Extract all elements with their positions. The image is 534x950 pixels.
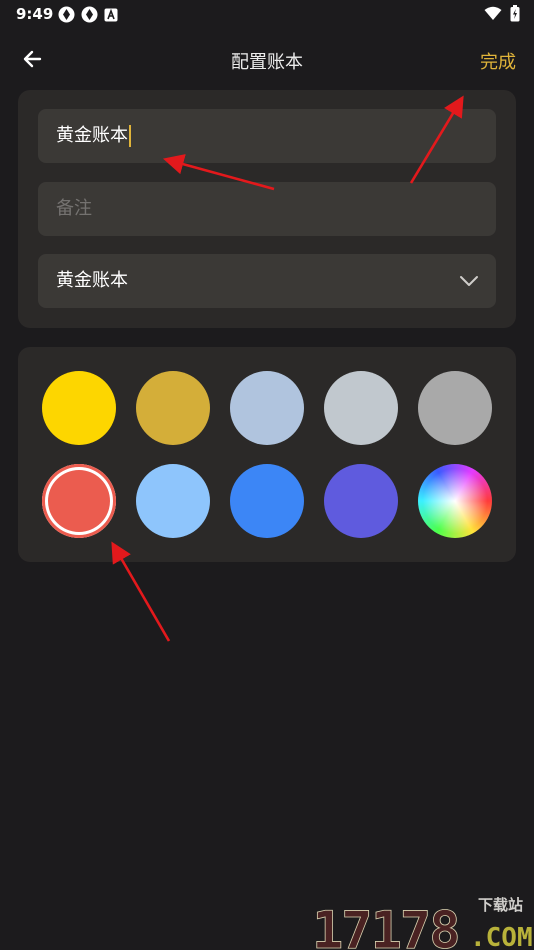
annotation-arrows: [111, 95, 464, 642]
watermark-logo: 17178 下载站 .COM: [312, 896, 533, 950]
watermark-number: 17178: [312, 901, 459, 950]
annotation-arrow-name-field: [162, 154, 275, 191]
annotation-arrow-done-button: [409, 95, 464, 184]
annotation-arrow-red-swatch: [111, 541, 171, 642]
watermark-sub: 下载站: [478, 896, 523, 914]
watermark-domain: .COM: [470, 923, 533, 950]
